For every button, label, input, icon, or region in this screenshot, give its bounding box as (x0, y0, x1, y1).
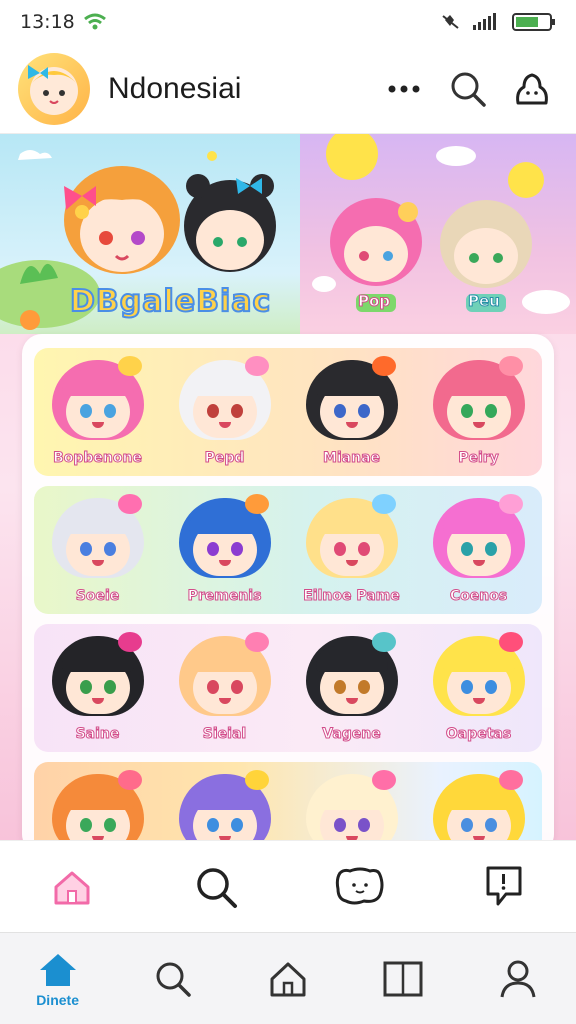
app-logo[interactable] (18, 52, 90, 125)
tab-home[interactable]: Dinete (13, 939, 103, 1019)
character-card[interactable]: Coenos (418, 494, 540, 614)
character-card[interactable]: Saine (37, 632, 159, 752)
action-chat-button[interactable] (315, 847, 405, 927)
character-row: Bopbenone Pepd Mianae Peiry (34, 348, 542, 476)
battery-icon (512, 13, 555, 31)
character-card[interactable]: Pepd (164, 356, 286, 476)
comment-icon (486, 866, 522, 905)
search-button[interactable] (442, 63, 494, 115)
character-avatar-icon (302, 494, 402, 586)
character-grid: Bopbenone Pepd Mianae Peiry Soeie Premenis Eil… (22, 334, 554, 840)
signal-icon (473, 13, 496, 30)
character-avatar-icon (175, 494, 275, 586)
home-icon (39, 953, 76, 986)
banner-tag-left: Pop (357, 292, 391, 311)
character-card[interactable]: Soeie (37, 494, 159, 614)
character-card[interactable] (37, 770, 159, 840)
search-icon (156, 962, 191, 997)
search-icon (451, 72, 486, 107)
character-label: Eilnoe Pame (303, 588, 401, 605)
blob-icon (516, 73, 548, 104)
tab-home-label: Dinete (36, 991, 79, 1008)
character-card[interactable]: Vagene (291, 632, 413, 752)
tab-bar: Dinete (0, 932, 576, 1024)
character-label: Soeie (75, 588, 120, 605)
character-label: Mianae (322, 450, 381, 467)
character-card[interactable]: Premenis (164, 494, 286, 614)
status-bar: 13:18 (0, 0, 576, 44)
character-label: Coenos (449, 588, 508, 605)
character-avatar-icon (48, 770, 148, 840)
profile-button[interactable] (506, 63, 558, 115)
character-card[interactable]: Eilnoe Pame (291, 494, 413, 614)
wifi-icon (83, 13, 106, 30)
anime-face-logo-icon (28, 64, 78, 115)
character-avatar-icon (175, 632, 275, 724)
action-bar (0, 840, 576, 932)
character-label: Bopbenone (53, 450, 143, 467)
character-avatar-icon (48, 494, 148, 586)
character-avatar-icon (175, 770, 275, 840)
character-avatar-icon (302, 356, 402, 448)
character-avatar-icon (429, 770, 529, 840)
tab-book[interactable] (358, 939, 448, 1019)
character-avatar-icon (48, 632, 148, 724)
character-row (34, 762, 542, 840)
character-card[interactable] (418, 770, 540, 840)
character-label: Saine (75, 726, 120, 743)
character-avatar-icon (429, 356, 529, 448)
character-label: Premenis (187, 588, 262, 605)
search-icon (197, 867, 237, 908)
character-label: Pepd (204, 450, 245, 467)
banner-tag-right: Peu (468, 292, 501, 311)
status-time: 13:18 (20, 11, 75, 33)
character-card[interactable]: Oapetas (418, 632, 540, 752)
house-icon (270, 962, 306, 996)
character-avatar-icon (302, 632, 402, 724)
book-icon (383, 961, 423, 996)
character-card[interactable]: Sieial (164, 632, 286, 752)
character-card[interactable] (164, 770, 286, 840)
character-avatar-icon (175, 356, 275, 448)
banner-left[interactable]: DBgaleBiac (0, 134, 300, 334)
character-card[interactable]: Bopbenone (37, 356, 159, 476)
character-avatar-icon (302, 770, 402, 840)
more-button[interactable] (378, 63, 430, 115)
action-home-button[interactable] (27, 847, 117, 927)
character-label: Peiry (458, 450, 500, 467)
tab-profile[interactable] (473, 939, 563, 1019)
character-row: Soeie Premenis Eilnoe Pame Coenos (34, 486, 542, 614)
action-search-button[interactable] (171, 847, 261, 927)
banner-right-decoration (312, 134, 570, 314)
character-card[interactable]: Peiry (418, 356, 540, 476)
app-header: Ndonesiai (0, 44, 576, 134)
tab-search[interactable] (128, 939, 218, 1019)
action-comment-button[interactable] (459, 847, 549, 927)
character-label: Oapetas (445, 726, 512, 743)
character-avatar-icon (48, 356, 148, 448)
character-avatar-icon (429, 494, 529, 586)
tab-house[interactable] (243, 939, 333, 1019)
character-avatar-icon (429, 632, 529, 724)
chat-face-icon (335, 867, 384, 904)
profile-icon (500, 960, 536, 997)
home-outline-icon (54, 871, 90, 904)
status-right (440, 12, 556, 32)
mute-icon (442, 15, 459, 29)
app-title: Ndonesiai (108, 71, 242, 105)
banner-right[interactable]: Pop Peu (300, 134, 576, 334)
character-label: Sieial (202, 726, 247, 743)
character-card[interactable] (291, 770, 413, 840)
status-left: 13:18 (20, 11, 107, 33)
content-area[interactable]: DBgaleBiac Pop Peu Bopbenone Pepd Mianae Pe… (0, 134, 576, 840)
character-card[interactable]: Mianae (291, 356, 413, 476)
banner-title: DBgaleBiac (69, 283, 272, 320)
more-dots-icon (388, 85, 420, 92)
character-row: Saine Sieial Vagene Oapetas (34, 624, 542, 752)
character-label: Vagene (322, 726, 381, 743)
